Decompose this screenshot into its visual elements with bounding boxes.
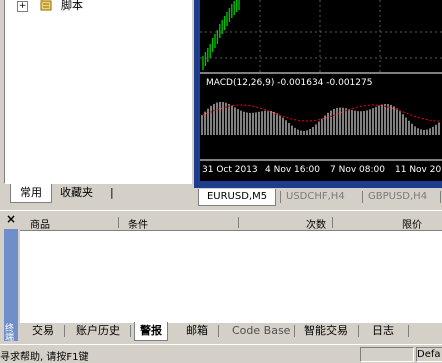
terminal-tabs: 交易 账户历史 警报 邮箱 Code Base 智能交易 日志 xyxy=(20,322,442,341)
column-header-symbol[interactable]: 商品 xyxy=(30,216,50,231)
tab-expert-advisors[interactable]: 智能交易 xyxy=(304,322,348,340)
tab-mailbox[interactable]: 邮箱 xyxy=(186,322,208,340)
column-divider[interactable] xyxy=(238,217,239,228)
tab-usdchf-h4[interactable]: USDCHF,H4 xyxy=(286,189,345,205)
tab-separator xyxy=(64,325,65,337)
tab-eurusd-m5[interactable]: EURUSD,M5 xyxy=(198,189,276,206)
macd-indicator-label: MACD(12,26,9) -0.001634 -0.001275 xyxy=(206,78,373,88)
terminal-side-bar: 终端 xyxy=(4,229,18,343)
tab-separator xyxy=(440,191,441,203)
time-axis-label: 4 Nov 16:00 xyxy=(265,165,320,175)
time-axis-label: 31 Oct 2013 xyxy=(202,165,258,175)
column-divider[interactable] xyxy=(118,217,119,228)
chart-window[interactable]: MACD(12,26,9) -0.001634 -0.001275 31 Oct… xyxy=(200,0,442,181)
column-header-condition[interactable]: 条件 xyxy=(128,216,148,231)
tab-common[interactable]: 常用 xyxy=(10,184,52,203)
tab-trade[interactable]: 交易 xyxy=(32,322,54,340)
time-axis-label: 11 Nov 20: xyxy=(395,165,442,175)
status-bar: 寻求帮助, 请按F1键 Defa xyxy=(0,344,442,363)
tab-code-base[interactable]: Code Base xyxy=(232,322,290,340)
tab-account-history[interactable]: 账户历史 xyxy=(76,322,120,340)
tab-separator xyxy=(408,325,409,337)
terminal-panel: × 终端 商品 条件 次数 限价 交易 账户历史 警报 邮箱 Code Base… xyxy=(0,210,442,343)
status-profile: Defa xyxy=(416,347,442,362)
tab-gbpusd-h4[interactable]: GBPUSD,H4 xyxy=(368,189,427,205)
column-header-count[interactable]: 次数 xyxy=(306,216,326,231)
column-divider[interactable] xyxy=(332,217,333,228)
navigator-tree[interactable]: + 脚本 xyxy=(4,0,192,184)
status-help-text: 寻求帮助, 请按F1键 xyxy=(0,352,89,363)
tree-item-label: 脚本 xyxy=(61,0,83,12)
expand-plus-icon[interactable]: + xyxy=(17,1,28,12)
macd-histogram xyxy=(201,101,440,135)
tab-separator xyxy=(280,191,281,203)
tab-separator: | xyxy=(110,186,114,199)
tab-separator xyxy=(130,325,131,337)
chart-canvas[interactable] xyxy=(200,0,442,181)
tab-journal[interactable]: 日志 xyxy=(372,322,394,340)
status-panel xyxy=(360,347,414,362)
tab-separator xyxy=(294,325,295,337)
script-scroll-icon xyxy=(40,0,52,11)
alerts-table[interactable]: 商品 条件 次数 限价 xyxy=(20,215,442,323)
alerts-table-header: 商品 条件 次数 限价 xyxy=(20,215,442,231)
time-axis-label: 7 Nov 08:00 xyxy=(330,165,385,175)
tab-alerts[interactable]: 警报 xyxy=(134,322,168,341)
tab-separator xyxy=(218,325,219,337)
price-candles xyxy=(202,0,240,70)
tab-separator xyxy=(358,325,359,337)
tab-separator xyxy=(362,191,363,203)
column-header-limit[interactable]: 限价 xyxy=(402,216,422,231)
terminal-side-label: 终端 xyxy=(5,324,15,343)
navigator-panel: + 脚本 常用 收藏夹 | xyxy=(0,0,193,205)
chart-symbol-tabs: EURUSD,M5 USDCHF,H4 GBPUSD,H4 xyxy=(196,188,442,207)
tab-favorites[interactable]: 收藏夹 xyxy=(60,184,93,202)
close-icon[interactable]: × xyxy=(6,213,16,225)
